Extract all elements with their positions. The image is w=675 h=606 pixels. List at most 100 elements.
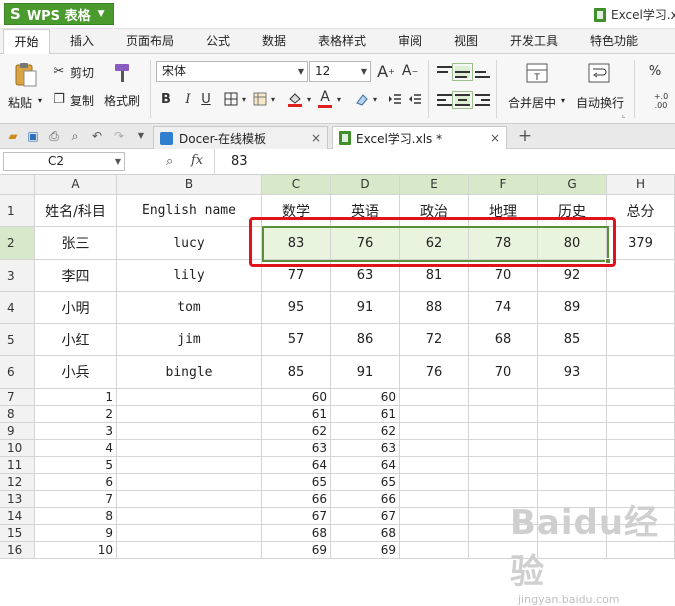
empty-cell[interactable] — [117, 525, 262, 542]
score-cell[interactable]: 86 — [331, 324, 400, 356]
table-header-cell[interactable]: 姓名/科目 — [35, 195, 117, 227]
total-score-cell[interactable]: 379 — [607, 227, 675, 260]
score-cell[interactable]: 57 — [262, 324, 331, 356]
number-cell[interactable]: 1 — [35, 389, 117, 406]
number-cell[interactable]: 65 — [262, 474, 331, 491]
empty-cell[interactable] — [117, 508, 262, 525]
empty-cell[interactable] — [607, 474, 675, 491]
font-name-select[interactable]: 宋体 ▼ — [156, 61, 308, 82]
empty-cell[interactable] — [538, 542, 607, 559]
row-header[interactable]: 14 — [0, 508, 35, 525]
align-middle-icon[interactable] — [452, 63, 473, 81]
empty-cell[interactable] — [607, 440, 675, 457]
student-english-name-cell[interactable]: jim — [117, 324, 262, 356]
close-icon[interactable]: × — [311, 131, 321, 145]
score-cell[interactable]: 80 — [538, 227, 607, 260]
menu-view[interactable]: 视图 — [454, 29, 478, 53]
paste-button[interactable]: 粘贴 — [8, 94, 32, 111]
empty-cell[interactable] — [538, 423, 607, 440]
score-cell[interactable]: 83 — [262, 227, 331, 260]
column-header-C[interactable]: C — [262, 175, 331, 195]
total-score-cell[interactable] — [607, 324, 675, 356]
score-cell[interactable]: 68 — [469, 324, 538, 356]
empty-cell[interactable] — [538, 474, 607, 491]
empty-cell[interactable] — [607, 525, 675, 542]
merge-center-button[interactable]: 合并居中 — [508, 94, 556, 111]
function-wizard-button[interactable]: fx — [191, 153, 203, 168]
copy-button[interactable]: 复制 — [70, 92, 94, 109]
score-cell[interactable]: 78 — [469, 227, 538, 260]
menu-insert[interactable]: 插入 — [70, 29, 94, 53]
menu-special[interactable]: 特色功能 — [590, 29, 638, 53]
cell-format-icon[interactable] — [252, 90, 268, 108]
font-color-button[interactable]: A — [316, 88, 334, 108]
empty-cell[interactable] — [117, 440, 262, 457]
empty-cell[interactable] — [607, 389, 675, 406]
score-cell[interactable]: 92 — [538, 260, 607, 292]
clear-format-icon[interactable] — [352, 90, 370, 108]
number-cell[interactable]: 8 — [35, 508, 117, 525]
tab-excel-file[interactable]: Excel学习.xls * × — [332, 126, 507, 149]
wrap-text-button[interactable]: 自动换行 — [576, 94, 624, 111]
redo-icon[interactable]: ↷ — [112, 129, 126, 143]
row-header[interactable]: 15 — [0, 525, 35, 542]
empty-cell[interactable] — [117, 457, 262, 474]
empty-cell[interactable] — [607, 406, 675, 423]
empty-cell[interactable] — [469, 423, 538, 440]
number-cell[interactable]: 66 — [331, 491, 400, 508]
number-cell[interactable]: 62 — [262, 423, 331, 440]
empty-cell[interactable] — [469, 406, 538, 423]
empty-cell[interactable] — [538, 525, 607, 542]
empty-cell[interactable] — [607, 508, 675, 525]
chevron-down-icon[interactable]: ▾ — [240, 92, 248, 106]
fill-color-icon[interactable] — [286, 90, 304, 108]
number-cell[interactable]: 63 — [262, 440, 331, 457]
number-cell[interactable]: 2 — [35, 406, 117, 423]
merge-center-icon[interactable]: T — [526, 62, 548, 84]
score-cell[interactable]: 95 — [262, 292, 331, 324]
student-english-name-cell[interactable]: lucy — [117, 227, 262, 260]
total-score-cell[interactable] — [607, 292, 675, 324]
student-english-name-cell[interactable]: bingle — [117, 356, 262, 389]
empty-cell[interactable] — [400, 423, 469, 440]
align-left-icon[interactable] — [437, 94, 452, 106]
row-header[interactable]: 8 — [0, 406, 35, 423]
table-header-cell[interactable]: 英语 — [331, 195, 400, 227]
align-top-icon[interactable] — [437, 66, 452, 78]
score-cell[interactable]: 70 — [469, 260, 538, 292]
student-english-name-cell[interactable]: tom — [117, 292, 262, 324]
menu-review[interactable]: 审阅 — [398, 29, 422, 53]
empty-cell[interactable] — [469, 491, 538, 508]
score-cell[interactable]: 88 — [400, 292, 469, 324]
empty-cell[interactable] — [469, 542, 538, 559]
chevron-down-icon[interactable]: ▾ — [335, 92, 343, 106]
empty-cell[interactable] — [538, 491, 607, 508]
student-name-cell[interactable]: 小兵 — [35, 356, 117, 389]
number-cell[interactable]: 61 — [331, 406, 400, 423]
number-cell[interactable]: 60 — [331, 389, 400, 406]
cut-button[interactable]: 剪切 — [70, 64, 94, 81]
row-header[interactable]: 13 — [0, 491, 35, 508]
empty-cell[interactable] — [400, 457, 469, 474]
align-right-icon[interactable] — [475, 94, 490, 106]
number-cell[interactable]: 68 — [262, 525, 331, 542]
number-cell[interactable]: 68 — [331, 525, 400, 542]
empty-cell[interactable] — [400, 542, 469, 559]
student-name-cell[interactable]: 小红 — [35, 324, 117, 356]
empty-cell[interactable] — [538, 457, 607, 474]
empty-cell[interactable] — [469, 525, 538, 542]
indent-decrease-icon[interactable] — [406, 90, 424, 108]
select-all-corner[interactable] — [0, 175, 35, 195]
column-header-H[interactable]: H — [607, 175, 675, 195]
empty-cell[interactable] — [117, 491, 262, 508]
underline-button[interactable]: U — [198, 90, 214, 108]
number-cell[interactable]: 7 — [35, 491, 117, 508]
number-cell[interactable]: 62 — [331, 423, 400, 440]
number-cell[interactable]: 67 — [331, 508, 400, 525]
undo-icon[interactable]: ↶ — [90, 129, 104, 143]
close-icon[interactable]: × — [490, 131, 500, 145]
score-cell[interactable]: 77 — [262, 260, 331, 292]
table-header-cell[interactable]: 地理 — [469, 195, 538, 227]
empty-cell[interactable] — [117, 542, 262, 559]
number-cell[interactable]: 9 — [35, 525, 117, 542]
